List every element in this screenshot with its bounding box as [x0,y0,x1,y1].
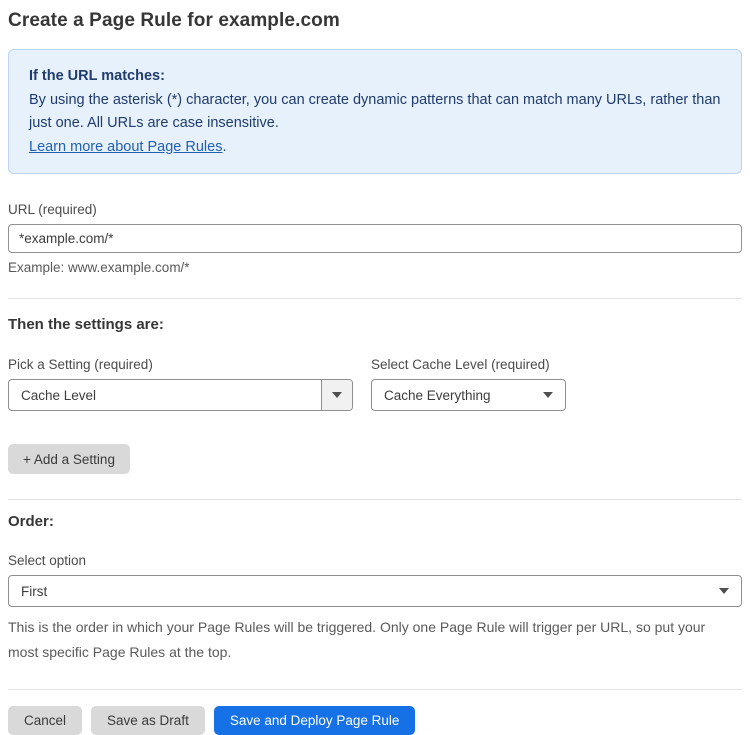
order-picker-group: Select option First This is the order in… [8,553,742,665]
cancel-button[interactable]: Cancel [8,706,83,735]
cache-level-label: Select Cache Level (required) [371,357,550,372]
divider [8,298,742,299]
settings-section-heading: Then the settings are: [8,316,164,333]
order-section-heading: Order: [8,513,54,530]
page-title: Create a Page Rule for example.com [8,10,340,31]
page-rule-form: Create a Page Rule for example.com If th… [0,0,750,735]
setting-picker-select[interactable]: Cache Level [8,379,353,411]
info-box-link-line: Learn more about Page Rules. [29,136,721,160]
save-as-draft-button[interactable]: Save as Draft [91,706,205,735]
settings-row: Pick a Setting (required) Cache Level Se… [8,357,742,411]
divider [8,689,742,690]
cache-level-select[interactable]: Cache Everything [371,379,566,411]
order-helper-text: This is the order in which your Page Rul… [8,619,706,660]
chevron-down-icon [719,588,729,594]
setting-picker-group: Pick a Setting (required) Cache Level [8,357,353,411]
setting-picker-label: Pick a Setting (required) [8,357,153,372]
info-box-heading: If the URL matches: [29,68,165,84]
setting-picker-value: Cache Level [21,387,97,403]
order-select-value: First [21,583,48,599]
url-helper-text: Example: www.example.com/* [8,260,190,275]
add-setting-button[interactable]: + Add a Setting [8,444,130,474]
cache-level-value: Cache Everything [384,387,491,403]
save-and-deploy-button[interactable]: Save and Deploy Page Rule [213,706,416,735]
link-period: . [222,138,227,155]
form-actions: Cancel Save as Draft Save and Deploy Pag… [8,706,742,735]
cache-level-picker-group: Select Cache Level (required) Cache Ever… [371,357,566,411]
url-matches-info-box: If the URL matches: By using the asteris… [8,49,742,174]
chevron-down-icon [332,392,342,398]
setting-picker-arrow-box[interactable] [321,380,352,410]
url-field-label: URL (required) [8,202,97,217]
chevron-down-icon [543,392,553,398]
info-box-body: By using the asterisk (*) character, you… [29,91,721,132]
divider [8,499,742,500]
order-picker-label: Select option [8,553,87,568]
learn-more-link[interactable]: Learn more about Page Rules [29,139,222,155]
order-select[interactable]: First [8,575,742,607]
url-input[interactable] [8,224,742,253]
